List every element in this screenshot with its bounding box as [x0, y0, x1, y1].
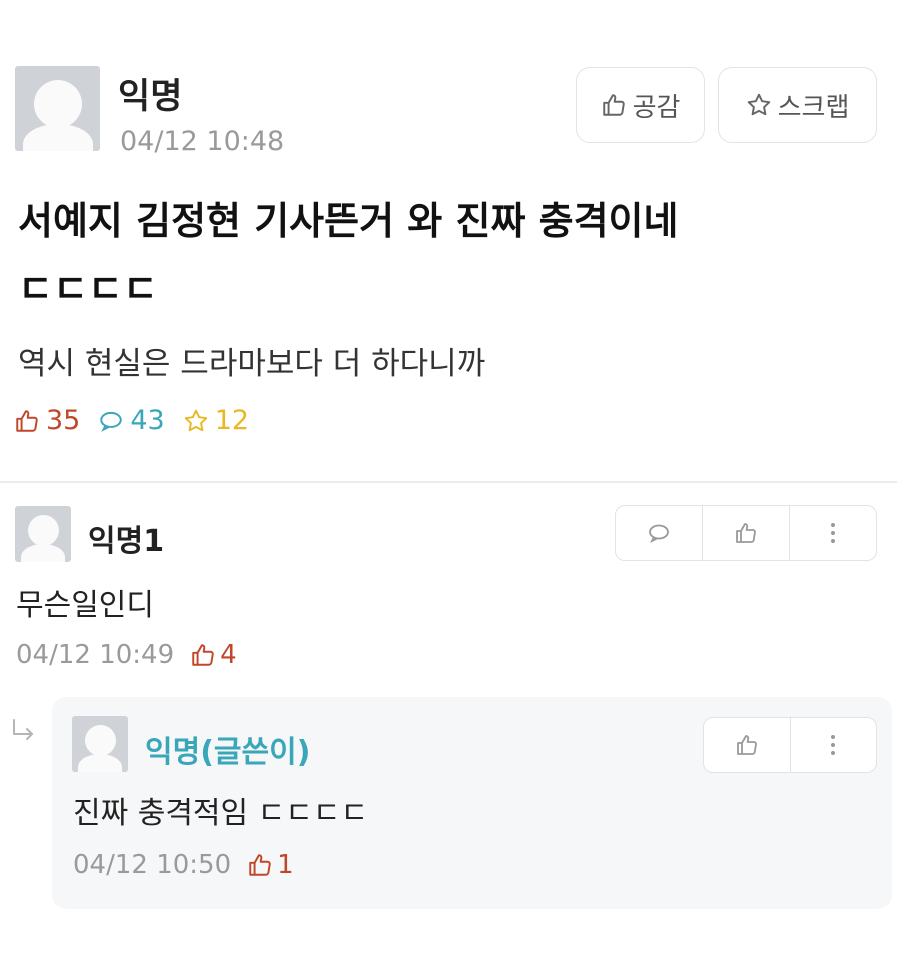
like-count: 35 — [46, 405, 81, 436]
reply-author: 익명(글쓴이) — [145, 735, 311, 770]
thumbs-up-icon — [734, 521, 758, 545]
comment-more-button[interactable] — [789, 506, 876, 560]
post-timestamp: 04/12 10:48 — [120, 126, 285, 157]
reply-like-button[interactable] — [704, 718, 790, 772]
comment-reply-button[interactable] — [616, 506, 702, 560]
scrap-button-label: 스크랩 — [777, 92, 850, 123]
star-icon — [746, 92, 772, 118]
like-button-label: 공감 — [632, 92, 681, 123]
vertical-dots-icon — [829, 521, 837, 545]
comment-text: 무슨일인디 — [16, 588, 154, 623]
scrap-count: 12 — [214, 405, 250, 436]
post-title-line1: 서예지 김정현 기사뜬거 와 진짜 충격이네 — [18, 199, 679, 243]
post-body: 역시 현실은 드라마보다 더 하다니까 — [18, 346, 486, 382]
comment-like-count: 4 — [220, 640, 237, 670]
post-avatar — [15, 66, 100, 151]
star-icon — [183, 408, 209, 434]
speech-bubble-icon — [98, 408, 124, 434]
thumbs-up-icon — [14, 408, 40, 434]
thumbs-up-icon — [247, 852, 273, 878]
reply-like-count: 1 — [277, 850, 294, 880]
comment-actions — [615, 505, 877, 561]
thumbs-up-icon — [601, 92, 627, 118]
thumbs-up-icon — [190, 642, 216, 668]
comment-avatar — [15, 506, 71, 562]
comment-author: 익명1 — [88, 524, 165, 559]
reply-avatar — [72, 716, 128, 772]
reply-text: 진짜 충격적임 ㄷㄷㄷㄷ — [73, 796, 369, 831]
section-divider — [0, 481, 897, 483]
vertical-dots-icon — [829, 733, 837, 757]
like-button[interactable]: 공감 — [576, 67, 705, 143]
post-title-line2: ㄷㄷㄷㄷ — [18, 267, 158, 311]
speech-bubble-icon — [647, 521, 671, 545]
reply-meta: 04/12 10:50 1 — [73, 850, 294, 880]
scrap-button[interactable]: 스크랩 — [718, 67, 877, 143]
post-author: 익명 — [118, 77, 183, 117]
comment-timestamp: 04/12 10:49 — [16, 640, 175, 670]
comment-like-button[interactable] — [702, 506, 789, 560]
reply-more-button[interactable] — [789, 718, 877, 772]
reply-timestamp: 04/12 10:50 — [73, 850, 232, 880]
reply-arrow-icon — [10, 716, 40, 746]
comment-meta: 04/12 10:49 4 — [16, 640, 237, 670]
comment-count: 43 — [130, 405, 165, 436]
thumbs-up-icon — [735, 733, 759, 757]
reply-actions — [703, 717, 877, 773]
post-stats: 35 43 12 — [14, 405, 249, 436]
